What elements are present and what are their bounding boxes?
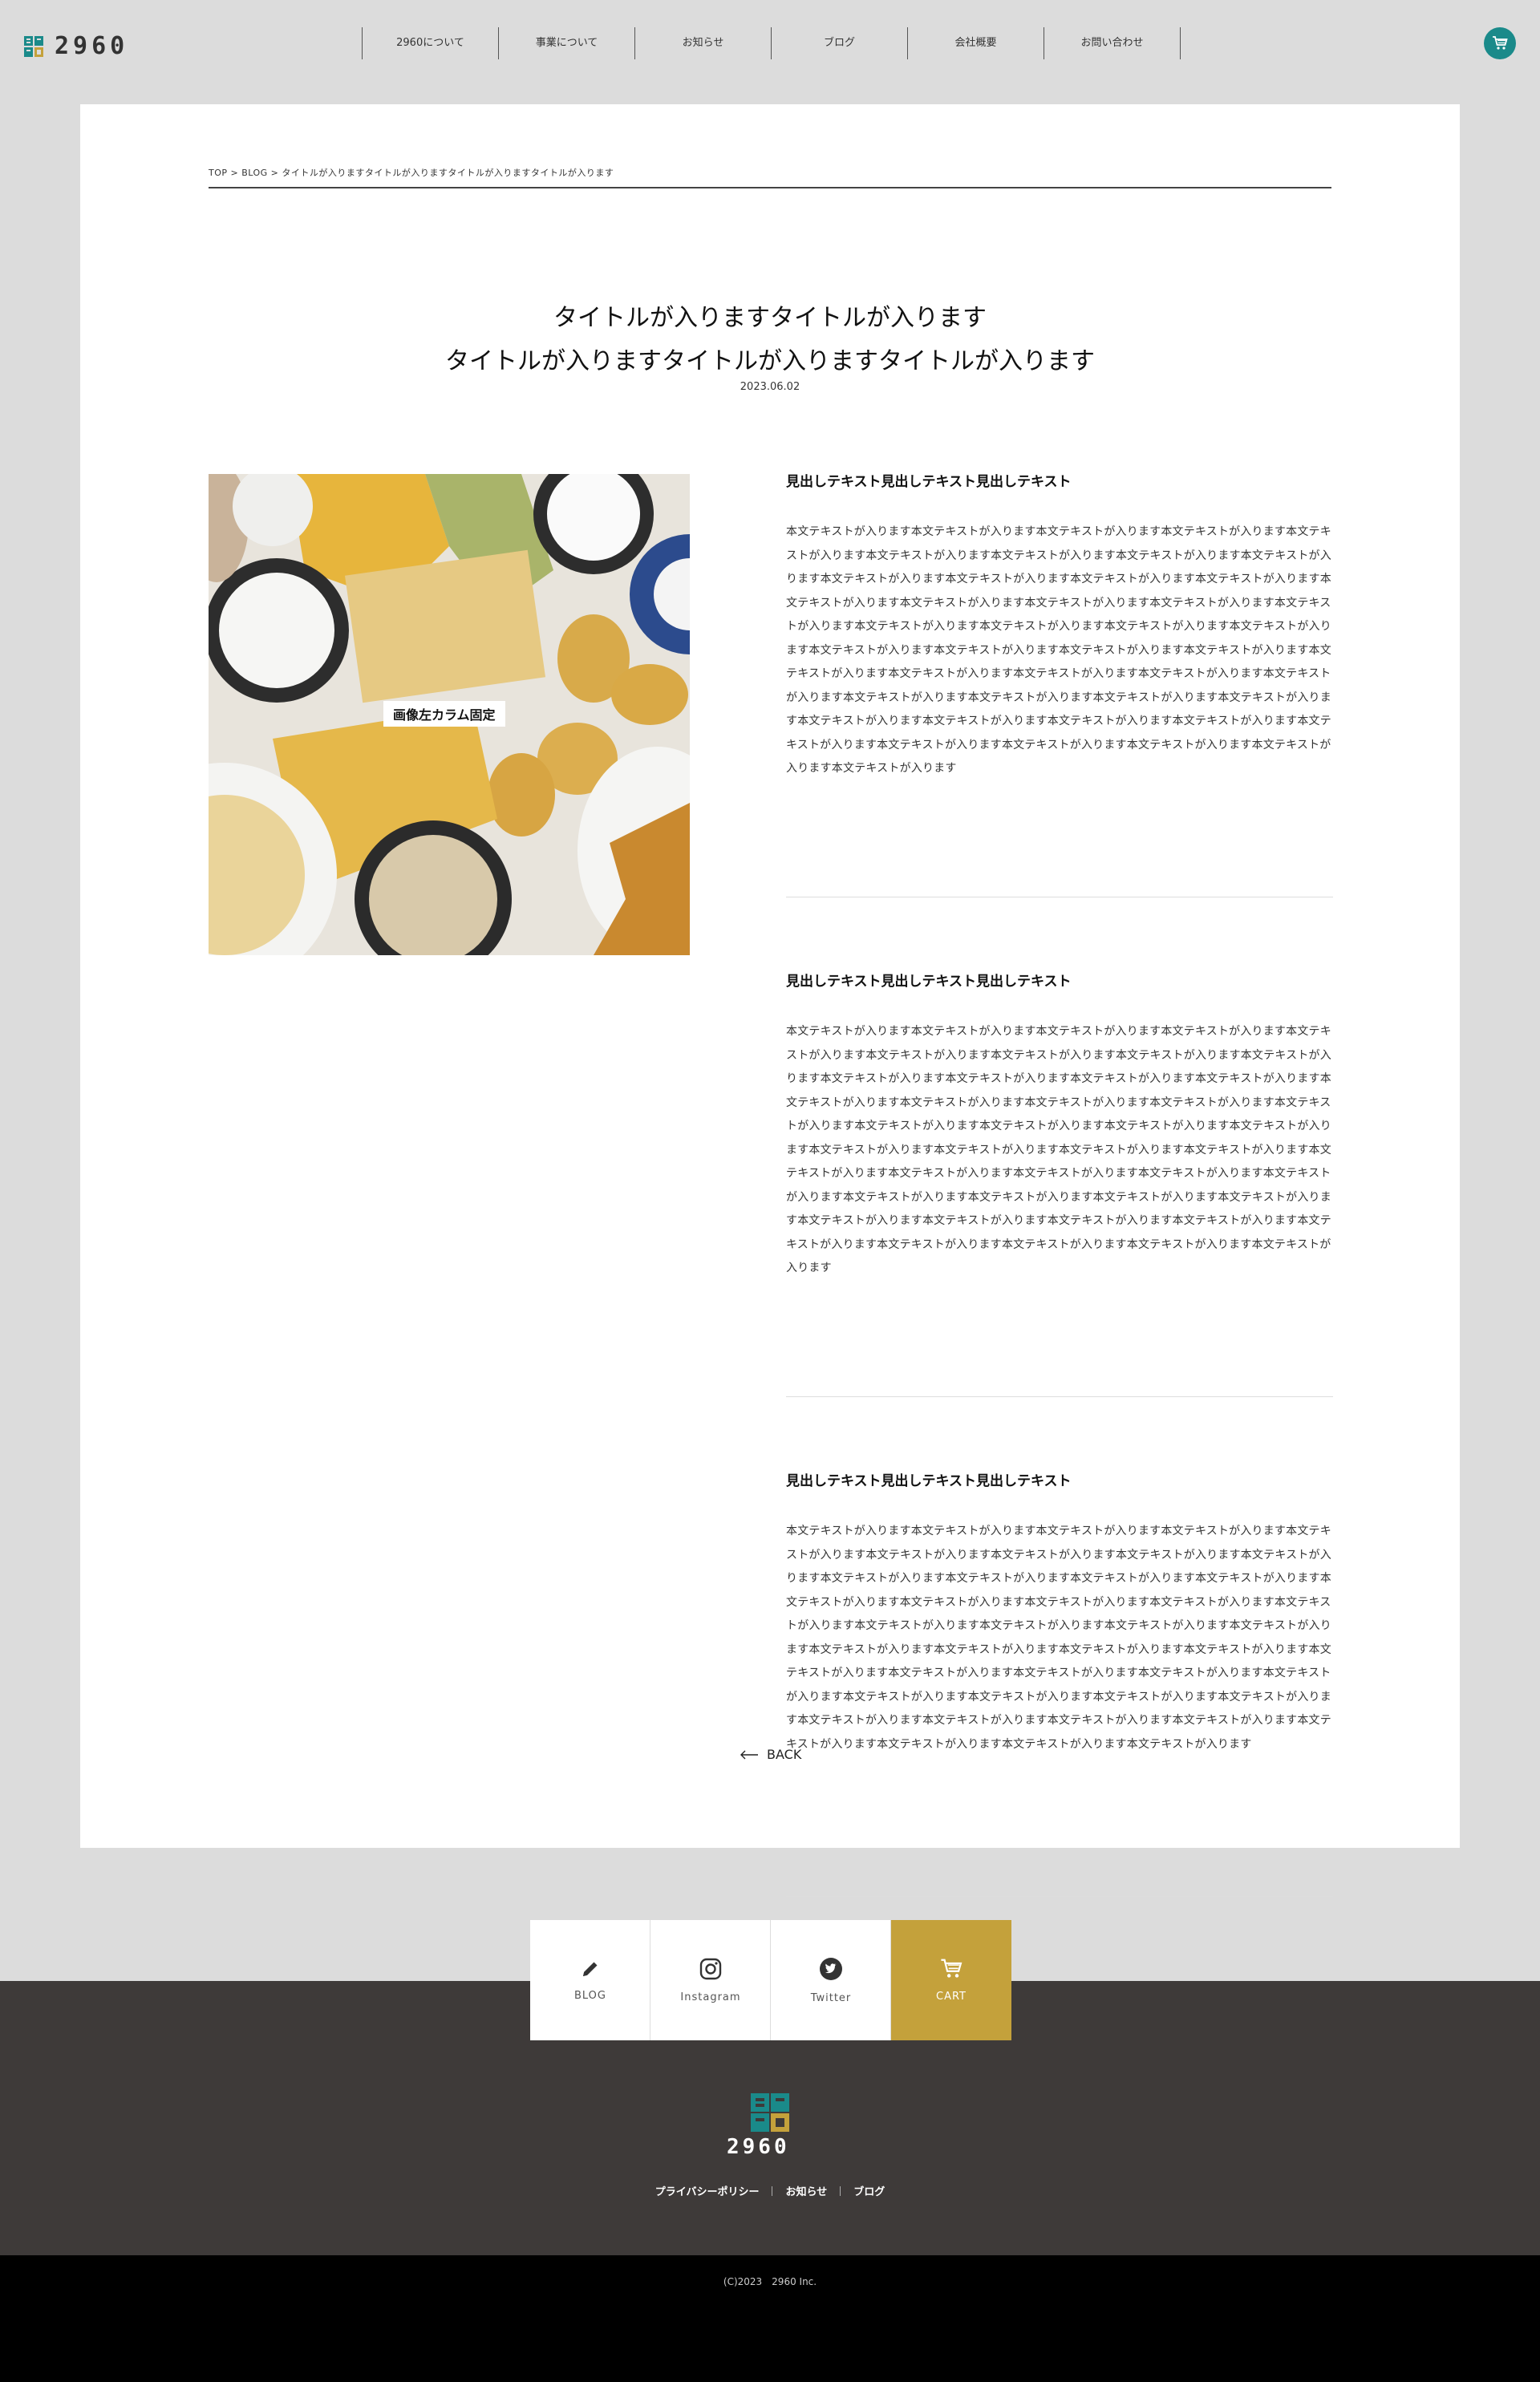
article-section: 見出しテキスト見出しテキスト見出しテキスト 本文テキストが入ります本文テキストが… xyxy=(786,1469,1333,1897)
section-body: 本文テキストが入ります本文テキストが入ります本文テキストが入ります本文テキストが… xyxy=(786,1525,1331,1751)
section-body: 本文テキストが入ります本文テキストが入ります本文テキストが入ります本文テキストが… xyxy=(786,525,1331,775)
nav-item-blog[interactable]: ブログ xyxy=(771,27,907,59)
main-nav: 2960について 事業について お知らせ ブログ 会社概要 お問い合わせ xyxy=(362,27,1181,59)
footer-links: プライバシーポリシー お知らせ ブログ xyxy=(0,2183,1540,2198)
post-date: 2023.06.02 xyxy=(740,381,800,393)
article-photo: 画像左カラム固定 xyxy=(209,474,690,955)
logo-text: 2960 xyxy=(55,32,129,60)
divider xyxy=(840,2186,841,2196)
header-cart-button[interactable] xyxy=(1484,27,1516,59)
back-link[interactable]: BACK xyxy=(740,1747,801,1762)
social-label: Instagram xyxy=(680,1991,741,2003)
pencil-icon xyxy=(583,1962,598,1976)
site-logo[interactable]: 2960 xyxy=(24,32,128,60)
back-label: BACK xyxy=(767,1747,802,1762)
cart-icon xyxy=(1493,36,1508,50)
instagram-icon xyxy=(699,1958,722,1979)
social-instagram-button[interactable]: Instagram xyxy=(650,1920,771,2040)
section-body: 本文テキストが入ります本文テキストが入ります本文テキストが入ります本文テキストが… xyxy=(786,1025,1331,1274)
section-heading: 見出しテキスト見出しテキスト見出しテキスト xyxy=(786,974,1072,990)
copyright: (C)2023 2960 Inc. xyxy=(0,2255,1540,2382)
article-section: 見出しテキスト見出しテキスト見出しテキスト 本文テキストが入ります本文テキストが… xyxy=(786,470,1333,897)
nav-item-about[interactable]: 2960について xyxy=(362,27,498,59)
social-label: Twitter xyxy=(810,1991,852,2004)
section-heading: 見出しテキスト見出しテキスト見出しテキスト xyxy=(786,474,1072,490)
footer-link-news[interactable]: お知らせ xyxy=(785,2186,827,2198)
site-header: 2960 2960について 事業について お知らせ ブログ 会社概要 お問い合わ… xyxy=(0,0,1540,87)
page-title: タイトルが入りますタイトルが入ります タイトルが入りますタイトルが入りますタイト… xyxy=(80,297,1460,383)
article-section: 見出しテキスト見出しテキスト見出しテキスト 本文テキストが入ります本文テキストが… xyxy=(786,970,1333,1397)
logo-mark-icon xyxy=(24,35,43,57)
article-card: TOP > BLOG > タイトルが入りますタイトルが入りますタイトルが入ります… xyxy=(80,104,1460,1897)
social-bar: BLOG Instagram Twitter CART xyxy=(530,1920,1011,2040)
social-cart-button[interactable]: CART xyxy=(891,1920,1011,2040)
section-heading: 見出しテキスト見出しテキスト見出しテキスト xyxy=(786,1473,1072,1489)
social-label: CART xyxy=(936,1990,967,2003)
article-sections: 見出しテキスト見出しテキスト見出しテキスト 本文テキストが入ります本文テキストが… xyxy=(786,470,1333,1897)
cart-icon xyxy=(941,1959,962,1978)
arrow-left-icon xyxy=(740,1750,758,1759)
title-line-1: タイトルが入りますタイトルが入ります xyxy=(553,304,987,333)
footer-logo-text[interactable]: 2960 xyxy=(727,2135,790,2159)
nav-item-news[interactable]: お知らせ xyxy=(634,27,771,59)
twitter-icon xyxy=(820,1957,842,1980)
footer-link-blog[interactable]: ブログ xyxy=(853,2186,885,2198)
breadcrumb[interactable]: TOP > BLOG > タイトルが入りますタイトルが入りますタイトルが入ります… xyxy=(209,166,1331,188)
image-label: 画像左カラム固定 xyxy=(383,701,505,727)
footer-link-privacy[interactable]: プライバシーポリシー xyxy=(655,2186,760,2198)
nav-item-contact[interactable]: お問い合わせ xyxy=(1044,27,1181,59)
social-label: BLOG xyxy=(573,1989,606,2002)
nav-item-company[interactable]: 会社概要 xyxy=(907,27,1044,59)
footer-logo-mark-icon xyxy=(751,2093,789,2132)
social-blog-button[interactable]: BLOG xyxy=(530,1920,650,2040)
title-line-2: タイトルが入りますタイトルが入りますタイトルが入ります xyxy=(445,347,1095,376)
nav-item-business[interactable]: 事業について xyxy=(498,27,634,59)
social-twitter-button[interactable]: Twitter xyxy=(771,1920,891,2040)
